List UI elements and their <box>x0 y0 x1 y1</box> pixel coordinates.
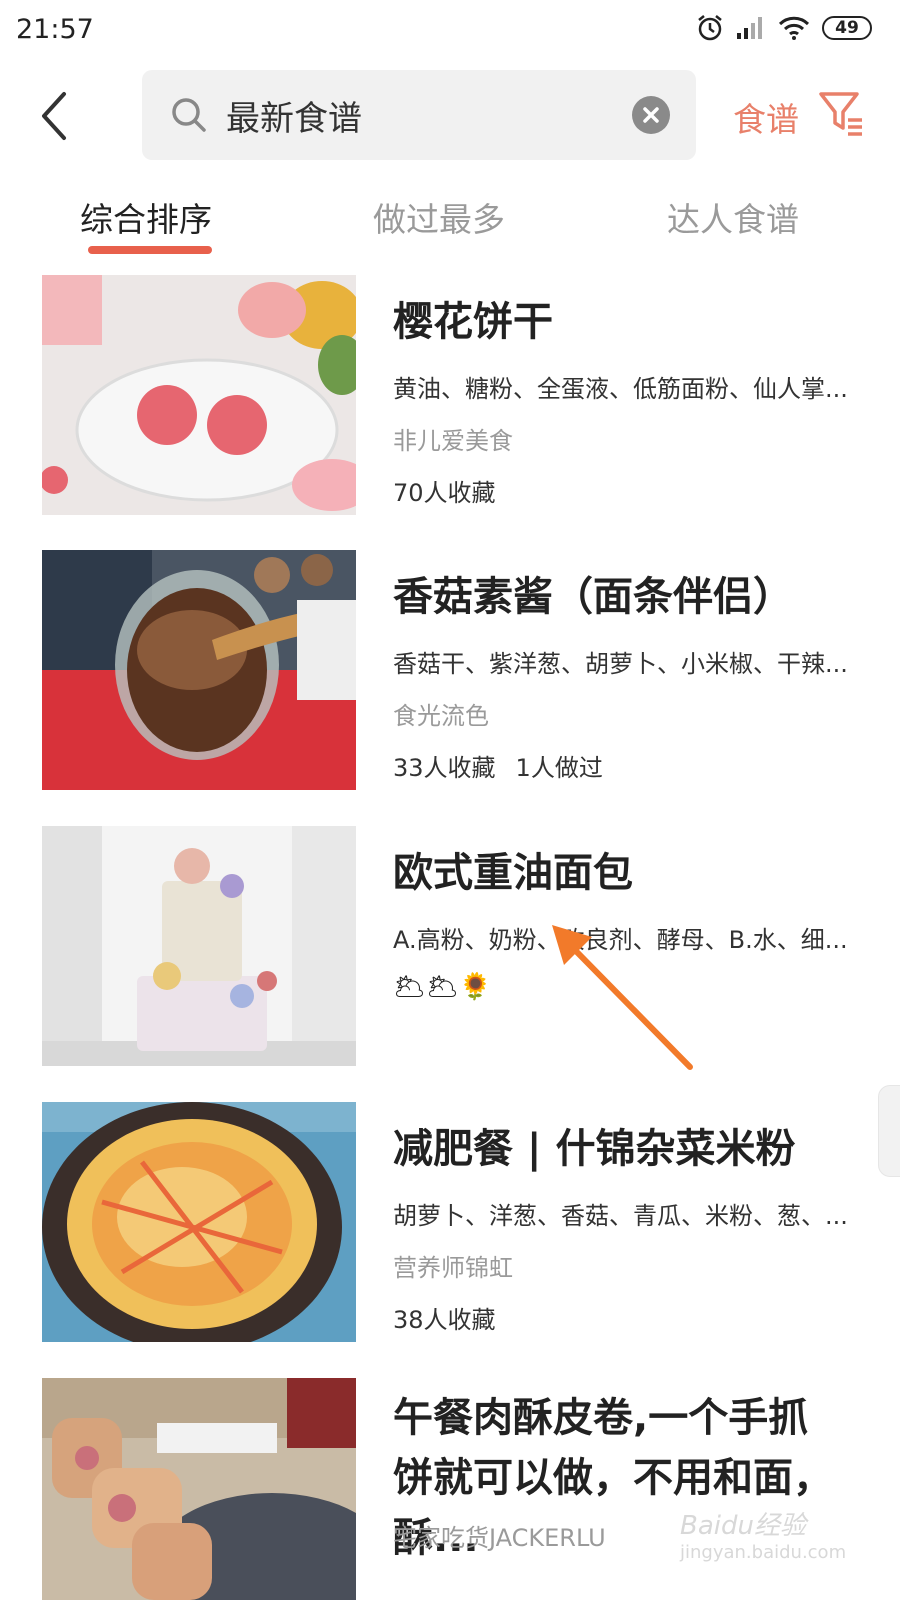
recipe-item[interactable]: 午餐肉酥皮卷,一个手抓饼就可以做，不用和面，酥... 宅家吃货JACKERLU <box>42 1378 862 1600</box>
status-time: 21:57 <box>16 14 94 45</box>
annotation-arrow-icon <box>552 925 693 1070</box>
recipe-author[interactable]: 营养师锦虹 <box>393 1248 513 1283</box>
recipe-author[interactable]: 食光流色 <box>393 696 489 731</box>
recipe-stats: 33人收藏 1人做过 <box>393 748 603 783</box>
recipe-thumbnail <box>42 275 356 515</box>
watermark-brand: Baidu经验 <box>680 1511 806 1541</box>
scroll-handle[interactable] <box>878 1085 900 1177</box>
recipe-title: 减肥餐 | 什锦杂菜米粉 <box>393 1126 796 1172</box>
tab-comprehensive[interactable]: 综合排序 <box>80 193 212 241</box>
watermark: Baidu经验 jingyan.baidu.com <box>680 1505 846 1563</box>
favorites-count: 33人收藏 <box>393 754 496 782</box>
recipe-author[interactable]: 🌥🌥🌻 <box>393 972 491 1002</box>
tab-expert-recipes[interactable]: 达人食谱 <box>667 193 799 241</box>
search-input[interactable] <box>226 88 606 142</box>
recipe-thumbnail <box>42 1102 356 1342</box>
made-count: 1人做过 <box>515 754 603 782</box>
recipe-ingredients: 香菇干、紫洋葱、胡萝卜、小米椒、干辣... <box>393 650 848 678</box>
recipe-thumbnail <box>42 1378 356 1600</box>
status-icons: 49 <box>696 14 872 42</box>
recipe-item[interactable]: 欧式重油面包 A.高粉、奶粉、改良剂、酵母、B.水、细... 🌥🌥🌻 <box>42 826 862 1066</box>
recipe-stats: 38人收藏 <box>393 1300 496 1335</box>
search-bar <box>142 70 696 160</box>
recipe-ingredients: 黄油、糖粉、全蛋液、低筋面粉、仙人掌... <box>393 375 848 403</box>
search-icon <box>172 98 206 132</box>
recipe-author[interactable]: 宅家吃货JACKERLU <box>393 1518 606 1553</box>
recipe-stats: 70人收藏 <box>393 473 496 508</box>
recipe-title: 樱花饼干 <box>393 299 553 345</box>
recipe-item[interactable]: 香菇素酱（面条伴侣） 香菇干、紫洋葱、胡萝卜、小米椒、干辣... 食光流色 33… <box>42 550 862 790</box>
back-arrow-icon[interactable] <box>36 90 76 142</box>
favorites-count: 38人收藏 <box>393 1306 496 1334</box>
filter-icon[interactable] <box>818 90 866 136</box>
close-icon <box>643 107 659 123</box>
recipe-thumbnail <box>42 550 356 790</box>
recipe-author[interactable]: 非儿爱美食 <box>393 421 513 456</box>
recipe-ingredients: 胡萝卜、洋葱、香菇、青瓜、米粉、葱、... <box>393 1202 848 1230</box>
alarm-icon <box>698 15 722 41</box>
recipe-item[interactable]: 减肥餐 | 什锦杂菜米粉 胡萝卜、洋葱、香菇、青瓜、米粉、葱、... 营养师锦虹… <box>42 1102 862 1342</box>
clear-search-button[interactable] <box>632 96 670 134</box>
recipe-filter-label[interactable]: 食谱 <box>733 93 799 141</box>
battery-indicator: 49 <box>822 16 872 40</box>
recipe-title: 欧式重油面包 <box>393 850 633 896</box>
recipe-title: 香菇素酱（面条伴侣） <box>393 574 793 620</box>
tab-most-made[interactable]: 做过最多 <box>373 193 505 241</box>
recipe-thumbnail <box>42 826 356 1066</box>
active-tab-indicator <box>88 246 212 254</box>
wifi-icon <box>778 16 810 40</box>
favorites-count: 70人收藏 <box>393 479 496 507</box>
status-bar: 21:57 49 <box>0 0 900 60</box>
signal-icon <box>737 17 762 39</box>
recipe-item[interactable]: 樱花饼干 黄油、糖粉、全蛋液、低筋面粉、仙人掌... 非儿爱美食 70人收藏 <box>42 275 862 515</box>
watermark-url: jingyan.baidu.com <box>680 1542 847 1563</box>
